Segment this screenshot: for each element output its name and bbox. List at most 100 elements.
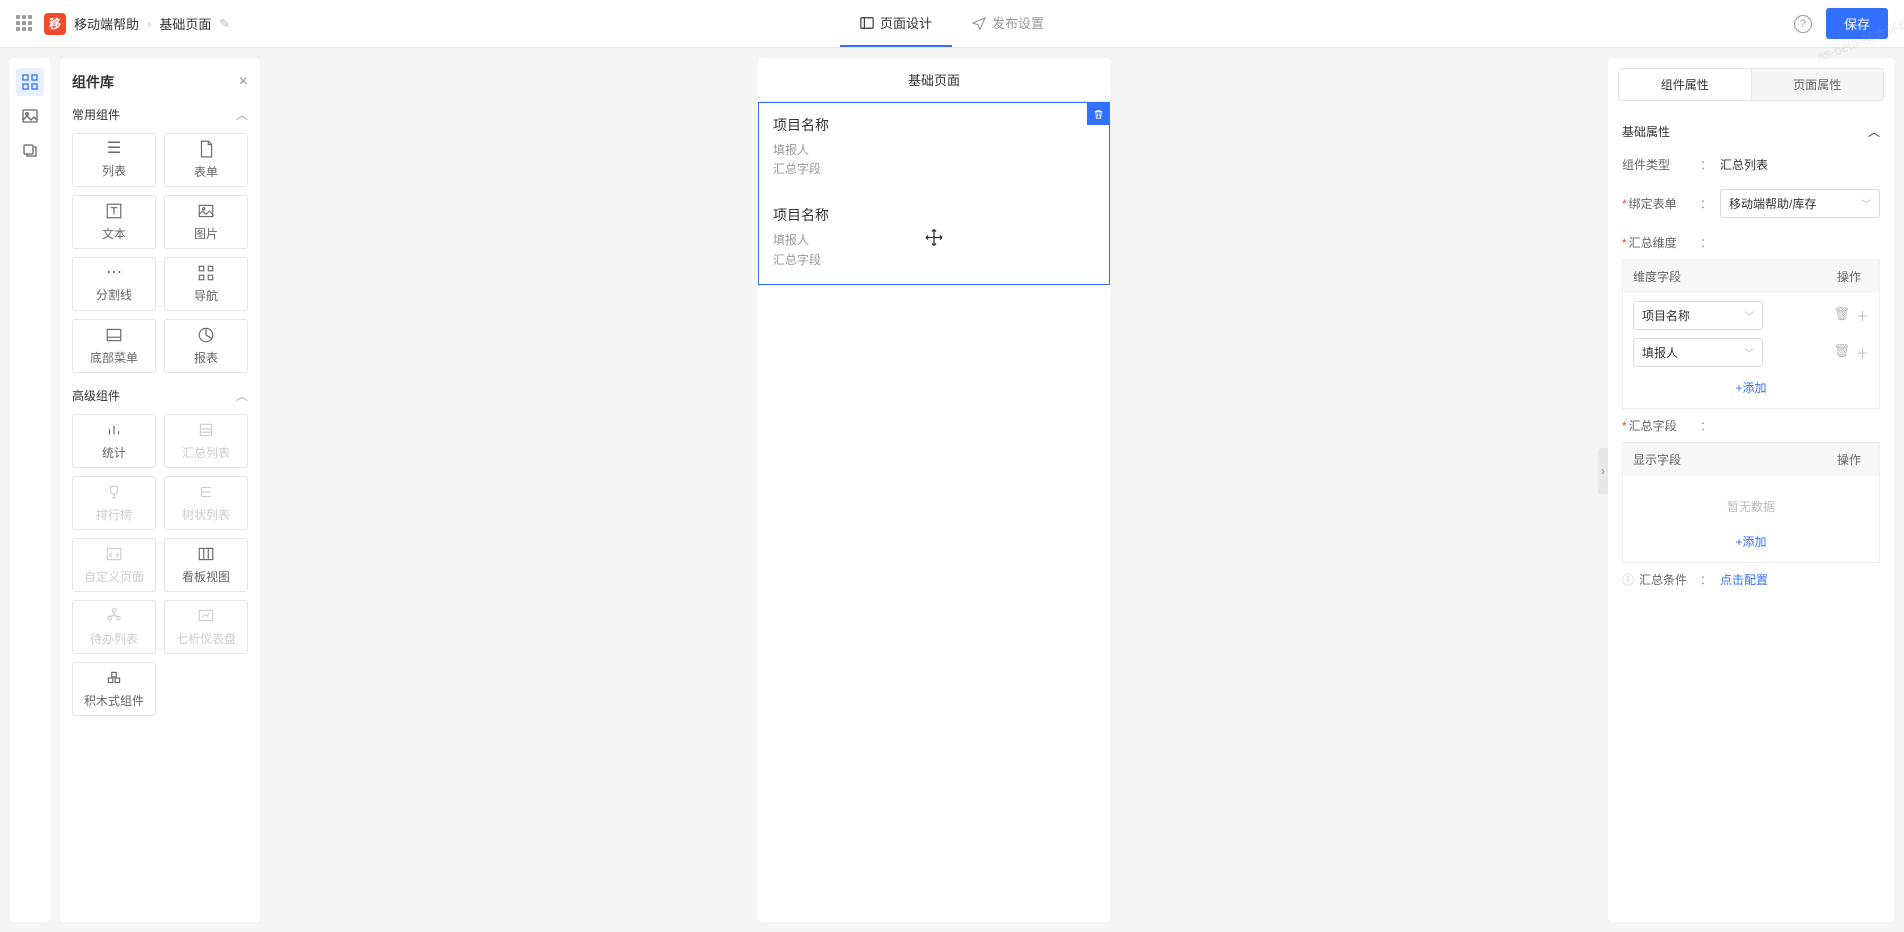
dashboard-icon: [197, 607, 215, 625]
component-library-panel: 组件库 × 常用组件 ︿ ☰列表 表单 文本 图片 ⋯分割线 导航 底部菜单 报…: [60, 58, 260, 922]
breadcrumb-app[interactable]: 移动端帮助: [74, 14, 139, 33]
blocks-icon: [105, 669, 123, 687]
comp-bottom-menu[interactable]: 底部菜单: [72, 319, 156, 373]
code-icon: [105, 545, 123, 563]
comp-image[interactable]: 图片: [164, 195, 248, 249]
summary-table-body: 暂无数据 +添加: [1622, 476, 1880, 563]
layers-icon: [22, 142, 38, 158]
left-rail: [10, 58, 50, 922]
delete-dim-icon[interactable]: 🗑: [1833, 343, 1850, 362]
selected-component[interactable]: 项目名称 填报人 汇总字段 项目名称 填报人 汇总字段: [758, 102, 1110, 285]
delete-dim-icon[interactable]: 🗑: [1833, 306, 1850, 325]
comp-summary-list[interactable]: 汇总列表: [164, 414, 248, 468]
summary-table-head: 显示字段 操作: [1622, 442, 1880, 476]
close-icon[interactable]: ×: [239, 73, 248, 91]
comp-nav[interactable]: 导航: [164, 257, 248, 311]
select-dim-2[interactable]: 填报人﹀: [1633, 338, 1763, 367]
comp-report[interactable]: 报表: [164, 319, 248, 373]
picture-icon: [197, 202, 215, 220]
rail-image[interactable]: [16, 102, 44, 130]
group-basic-header[interactable]: 基础属性 ︿: [1622, 115, 1880, 148]
dim-row-2: 填报人﹀ 🗑 ＋: [1633, 338, 1869, 367]
comp-todo-list[interactable]: 待办列表: [72, 600, 156, 654]
section-advanced-header[interactable]: 高级组件 ︿: [72, 387, 248, 404]
dimension-table-head: 维度字段 操作: [1622, 259, 1880, 293]
tab-design-label: 页面设计: [880, 13, 932, 32]
tab-component-props[interactable]: 组件属性: [1619, 69, 1752, 100]
apps-grid-icon[interactable]: [16, 15, 34, 33]
form-icon: [197, 140, 215, 158]
tree-icon: [197, 483, 215, 501]
chevron-up-icon: ︿: [1868, 123, 1880, 140]
add-summary-link[interactable]: +添加: [1633, 529, 1869, 554]
text-icon: [105, 202, 123, 220]
delete-component-button[interactable]: [1087, 103, 1109, 125]
comp-custom-page[interactable]: 自定义页面: [72, 538, 156, 592]
save-button[interactable]: 保存: [1826, 8, 1888, 39]
trash-icon: [1093, 109, 1104, 120]
select-bind-table[interactable]: 移动端帮助/库存 ﹀: [1720, 189, 1880, 218]
add-dim-icon[interactable]: ＋: [1856, 343, 1869, 362]
chevron-down-icon: ﹀: [1744, 345, 1754, 360]
tab-page-design[interactable]: 页面设计: [840, 0, 952, 47]
comp-tree-list[interactable]: 树状列表: [164, 476, 248, 530]
card-title: 项目名称: [773, 115, 1095, 135]
comp-divider[interactable]: ⋯分割线: [72, 257, 156, 311]
chevron-down-icon: ﹀: [1861, 196, 1871, 211]
condition-config-link[interactable]: 点击配置: [1720, 571, 1768, 588]
comp-ranking[interactable]: 排行榜: [72, 476, 156, 530]
card-instance-2[interactable]: 项目名称 填报人 汇总字段: [759, 193, 1109, 283]
comp-text[interactable]: 文本: [72, 195, 156, 249]
rail-layers[interactable]: [16, 136, 44, 164]
card-instance-1[interactable]: 项目名称 填报人 汇总字段: [759, 103, 1109, 193]
breadcrumb: 移动端帮助 › 基础页面 ✎: [74, 14, 230, 33]
comp-kanban[interactable]: 看板视图: [164, 538, 248, 592]
comp-stats[interactable]: 统计: [72, 414, 156, 468]
grid-icon: [22, 74, 38, 90]
breadcrumb-page[interactable]: 基础页面: [159, 14, 211, 33]
comp-list[interactable]: ☰列表: [72, 133, 156, 187]
header-tabs: 页面设计 发布设置: [840, 0, 1064, 47]
comp-blocks[interactable]: 积木式组件: [72, 662, 156, 716]
tab-publish-label: 发布设置: [992, 13, 1044, 32]
add-dim-icon[interactable]: ＋: [1856, 306, 1869, 325]
row-comp-type: 组件类型 ： 汇总列表: [1622, 148, 1880, 181]
chevron-up-icon: ︿: [236, 106, 248, 123]
props-tabs: 组件属性 页面属性: [1618, 68, 1884, 101]
nav-icon: [197, 264, 215, 282]
card-sub2: 汇总字段: [773, 251, 1095, 270]
divider-icon: ⋯: [106, 265, 122, 281]
section-common-header[interactable]: 常用组件 ︿: [72, 106, 248, 123]
section-advanced-title: 高级组件: [72, 387, 120, 404]
properties-panel: 组件属性 页面属性 基础属性 ︿ 组件类型 ： 汇总列表 *绑定表单 ： 移动端: [1608, 58, 1894, 922]
pie-icon: [197, 326, 215, 344]
dimension-table-body: 项目名称﹀ 🗑 ＋ 填报人﹀ 🗑 ＋ +添加: [1622, 293, 1880, 409]
tree2-icon: [105, 607, 123, 625]
tab-page-props[interactable]: 页面属性: [1752, 69, 1884, 100]
kanban-icon: [197, 545, 215, 563]
add-dimension-link[interactable]: +添加: [1633, 375, 1869, 400]
edit-icon[interactable]: ✎: [219, 16, 230, 32]
row-summary-field-label: *汇总字段 ：: [1622, 409, 1880, 442]
move-icon[interactable]: [925, 228, 943, 249]
tab-publish[interactable]: 发布设置: [952, 0, 1064, 47]
comp-form[interactable]: 表单: [164, 133, 248, 187]
chevron-up-icon: ︿: [236, 387, 248, 404]
card-sub1: 填报人: [773, 141, 1095, 160]
layout-icon: [860, 16, 874, 30]
help-icon[interactable]: ?: [1794, 15, 1812, 33]
row-dimension-label: *汇总维度 ：: [1622, 226, 1880, 259]
canvas-area: 基础页面 项目名称 填报人 汇总字段 项目名称: [270, 58, 1598, 922]
select-dim-1[interactable]: 项目名称﹀: [1633, 301, 1763, 330]
summary-list-icon: [197, 421, 215, 439]
collapse-handle[interactable]: [1598, 448, 1608, 494]
top-header: 移 移动端帮助 › 基础页面 ✎ 页面设计 发布设置 ? 保存: [0, 0, 1904, 48]
comp-qixi-dashboard[interactable]: 七析仪表盘: [164, 600, 248, 654]
trophy-icon: [105, 483, 123, 501]
bars-icon: [105, 421, 123, 439]
image-icon: [22, 108, 38, 124]
card-sub2: 汇总字段: [773, 160, 1095, 179]
list-icon: ☰: [107, 141, 121, 157]
dim-row-1: 项目名称﹀ 🗑 ＋: [1633, 301, 1869, 330]
rail-components[interactable]: [16, 68, 44, 96]
